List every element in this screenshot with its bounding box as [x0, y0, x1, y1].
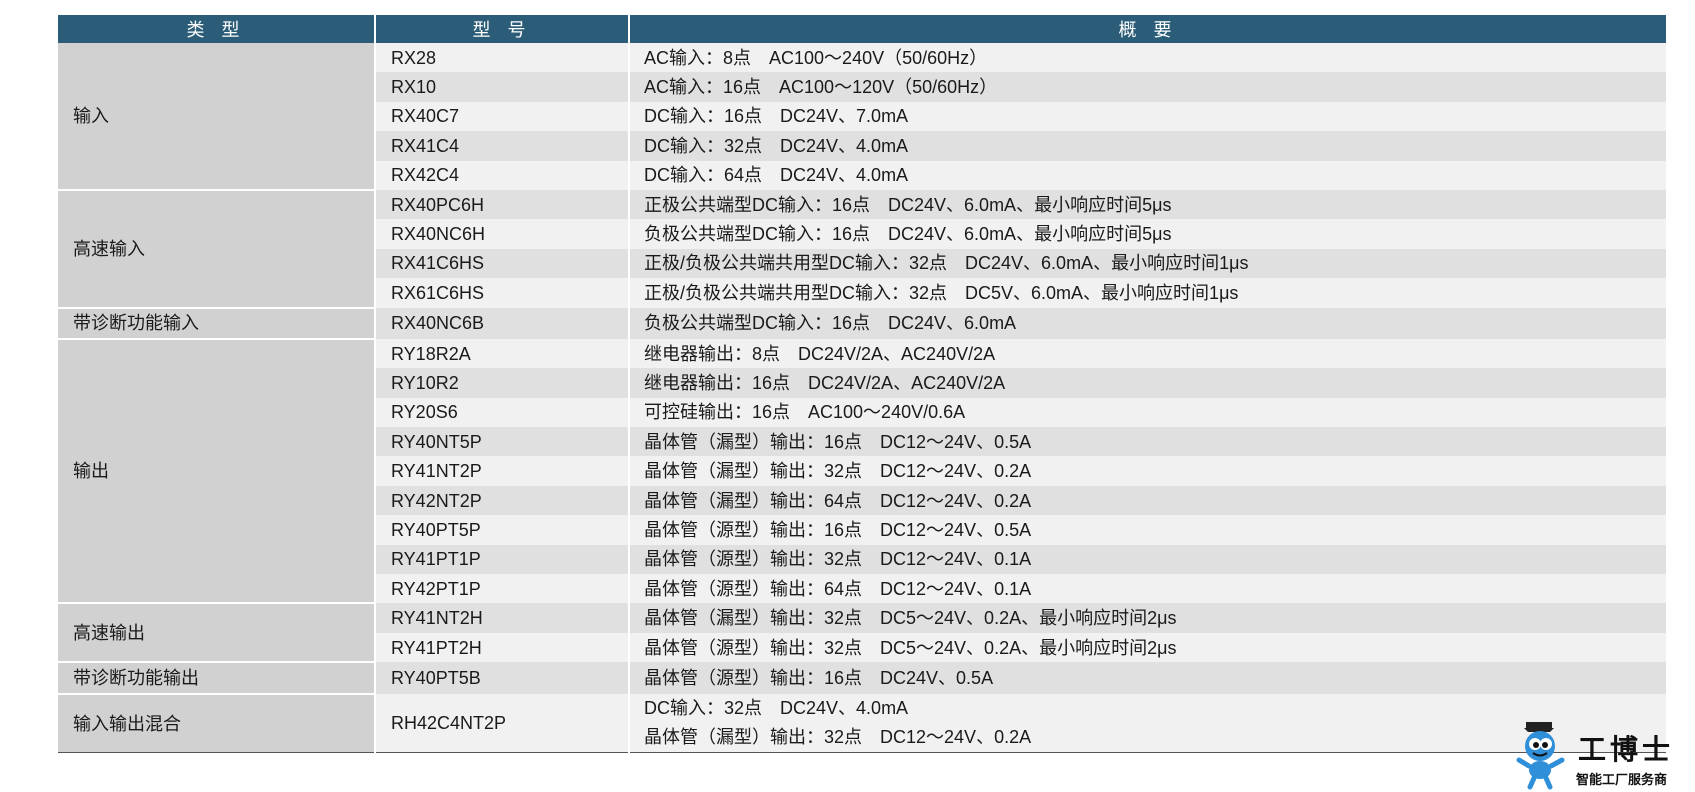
model-cell: RY40PT5B — [375, 662, 630, 694]
robot-mascot-icon — [1516, 722, 1565, 790]
summary-cell: 继电器输出：8点 DC24V/2A、AC240V/2A — [629, 338, 1666, 369]
model-cell: RX61C6HS — [375, 278, 630, 308]
table-row: 输出 RY18R2A 继电器输出：8点 DC24V/2A、AC240V/2A — [58, 338, 1666, 605]
model-cell: RX41C6HS — [375, 248, 630, 279]
model-cell: RY18R2A — [375, 338, 630, 369]
summary-cell: 晶体管（漏型）输出：16点 DC12～24V、0.5A — [629, 427, 1666, 457]
table-row: 输入 RX28 AC输入：8点 AC100～240V（50/60Hz） — [58, 43, 1666, 191]
table-row: 带诊断功能输入 RX40NC6B 负极公共端型DC输入：16点 DC24V、6.0m… — [58, 307, 1666, 340]
summary-cell: 负极公共端型DC输入：16点 DC24V、6.0mA — [629, 307, 1666, 339]
summary-cell: 晶体管（漏型）输出：64点 DC12～24V、0.2A — [629, 485, 1666, 516]
product-table: 类 型 型 号 概 要 输入 RX28 AC输入：8点 AC100～240V（50/… — [58, 15, 1666, 754]
category-cell: 带诊断功能输入 — [58, 307, 376, 340]
model-cell: RY20S6 — [375, 397, 630, 428]
summary-cell: DC输入：32点 DC24V、4.0mA — [629, 131, 1666, 161]
summary-cell: DC输入：16点 DC24V、7.0mA — [629, 101, 1666, 132]
summary-cell: DC输入：32点 DC24V、4.0mA 晶体管（漏型）输出：32点 DC12～2… — [629, 693, 1666, 754]
model-cell: RH42C4NT2P — [375, 693, 630, 754]
summary-cell: 晶体管（漏型）输出：32点 DC5～24V、0.2A、最小响应时间2μs — [629, 603, 1666, 633]
summary-cell: 正极公共端型DC输入：16点 DC24V、6.0mA、最小响应时间5μs — [629, 189, 1666, 220]
summary-cell: 晶体管（漏型）输出：32点 DC12～24V、0.2A — [629, 456, 1666, 486]
model-cell: RY10R2 — [375, 368, 630, 398]
table-body: 输入 RX28 AC输入：8点 AC100～240V（50/60Hz） RX10 AC输… — [58, 43, 1666, 754]
model-cell: RX28 — [375, 43, 630, 73]
summary-cell: 继电器输出：16点 DC24V/2A、AC240V/2A — [629, 368, 1666, 398]
model-cell: RY42NT2P — [375, 485, 630, 516]
summary-cell: AC输入：8点 AC100～240V（50/60Hz） — [629, 43, 1666, 73]
table-row: 带诊断功能输出 RY40PT5B 晶体管（源型）输出：16点 DC24V、0.5A — [58, 662, 1666, 695]
model-cell: RX40NC6B — [375, 307, 630, 339]
summary-cell: 晶体管（源型）输出：16点 DC12～24V、0.5A — [629, 515, 1666, 545]
table-row: 高速输出 RY41NT2H 晶体管（漏型）输出：32点 DC5～24V、0.2A、最… — [58, 603, 1666, 664]
summary-line: 晶体管（漏型）输出：32点 DC12～24V、0.2A — [644, 727, 1032, 747]
header-type: 类 型 — [58, 15, 376, 43]
model-cell: RY40PT5P — [375, 515, 630, 545]
model-cell: RX41C4 — [375, 131, 630, 161]
model-cell: RX40PC6H — [375, 189, 630, 220]
model-cell: RX40C7 — [375, 101, 630, 132]
model-cell: RX40NC6H — [375, 219, 630, 249]
model-cell: RY41NT2P — [375, 456, 630, 486]
model-cell: RY42PT1P — [375, 574, 630, 604]
category-cell: 输出 — [58, 338, 376, 605]
summary-cell: 可控硅输出：16点 AC100～240V/0.6A — [629, 397, 1666, 428]
summary-cell: 晶体管（源型）输出：32点 DC5～24V、0.2A、最小响应时间2μs — [629, 632, 1666, 663]
summary-cell: AC输入：16点 AC100～120V（50/60Hz） — [629, 72, 1666, 102]
summary-cell: 负极公共端型DC输入：16点 DC24V、6.0mA、最小响应时间5μs — [629, 219, 1666, 249]
table-row: 高速输入 RX40PC6H 正极公共端型DC输入：16点 DC24V、6.0mA、最… — [58, 189, 1666, 309]
table-row: 输入输出混合 RH42C4NT2P DC输入：32点 DC24V、4.0mA 晶体管（… — [58, 693, 1666, 754]
model-cell: RX10 — [375, 72, 630, 102]
brand-tagline: 智能工厂服务商 — [1576, 772, 1668, 787]
category-cell: 高速输出 — [58, 603, 376, 664]
summary-line: DC输入：32点 DC24V、4.0mA — [644, 697, 909, 718]
category-cell: 高速输入 — [58, 189, 376, 309]
model-cell: RY41NT2H — [375, 603, 630, 633]
header-summary: 概 要 — [629, 15, 1666, 43]
model-cell: RY41PT1P — [375, 544, 630, 575]
summary-cell: 正极/负极公共端共用型DC输入：32点 DC24V、6.0mA、最小响应时间1μ… — [629, 248, 1666, 279]
summary-cell: 晶体管（源型）输出：64点 DC12～24V、0.1A — [629, 574, 1666, 604]
category-cell: 带诊断功能输出 — [58, 662, 376, 695]
brand-name: 工博士 — [1578, 733, 1675, 766]
brand-logo: 工博士 智能工厂服务商 — [1516, 720, 1686, 790]
summary-cell: 晶体管（源型）输出：32点 DC12～24V、0.1A — [629, 544, 1666, 575]
model-cell: RY40NT5P — [375, 427, 630, 457]
header-model: 型 号 — [375, 15, 630, 43]
table-header-row: 类 型 型 号 概 要 — [58, 15, 1666, 43]
category-cell: 输入 — [58, 43, 376, 191]
model-cell: RY41PT2H — [375, 632, 630, 663]
summary-cell: DC输入：64点 DC24V、4.0mA — [629, 160, 1666, 190]
model-cell: RX42C4 — [375, 160, 630, 190]
summary-cell: 晶体管（源型）输出：16点 DC24V、0.5A — [629, 662, 1666, 694]
summary-cell: 正极/负极公共端共用型DC输入：32点 DC5V、6.0mA、最小响应时间1μs — [629, 278, 1666, 308]
category-cell: 输入输出混合 — [58, 693, 376, 754]
